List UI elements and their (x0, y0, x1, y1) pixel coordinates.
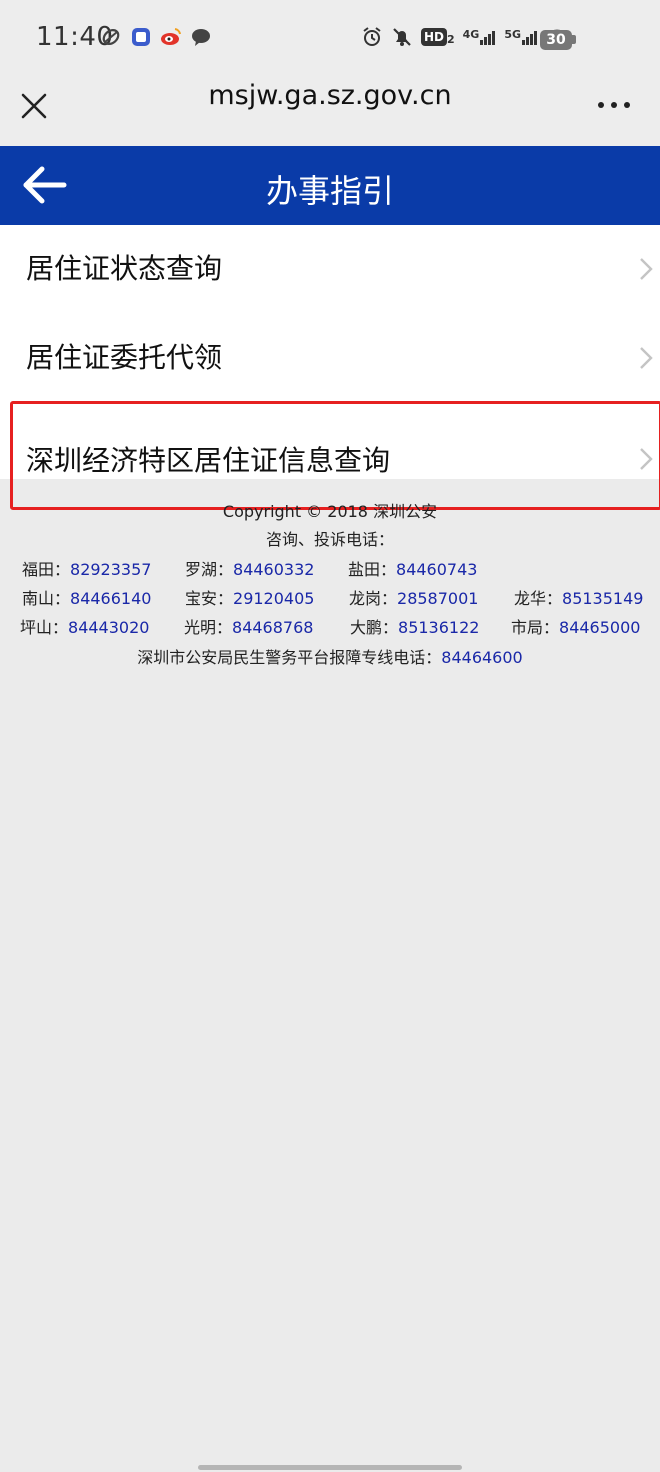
menu-item-label: 居住证委托代领 (26, 341, 223, 374)
page-url: msjw.ga.sz.gov.cn (208, 80, 452, 111)
phone-city-bureau: 市局：84465000 (511, 618, 641, 637)
menu-item-sez-residence-permit-info[interactable]: 深圳经济特区居住证信息查询 (0, 401, 660, 510)
browser-toolbar: msjw.ga.sz.gov.cn (0, 76, 660, 146)
hotline-label: 深圳市公安局民生警务平台报障专线电话： (137, 648, 442, 667)
phone-number-link[interactable]: 85136122 (398, 618, 479, 637)
phone-nanshan: 南山：84466140 (22, 589, 152, 608)
menu-item-label: 居住证状态查询 (26, 252, 223, 285)
phone-pingshan: 坪山：84443020 (20, 618, 150, 637)
system-icons: HD 2 4G 5G (361, 26, 568, 48)
menu-item-residence-permit-proxy-pickup[interactable]: 居住证委托代领 (0, 314, 660, 403)
phone-row: 南山：84466140 宝安：29120405 龙岗：28587001 龙华：8… (0, 585, 660, 609)
phone-luohu: 罗湖：84460332 (185, 560, 315, 579)
tieba-icon (130, 26, 152, 48)
mute-bell-icon (391, 26, 413, 48)
hd-voice-badge: HD 2 (420, 28, 455, 46)
phone-number-link[interactable]: 84443020 (68, 618, 149, 637)
chevron-right-icon (640, 448, 653, 470)
phone-dapeng: 大鹏：85136122 (350, 618, 480, 637)
page-title: 办事指引 (265, 172, 394, 210)
phone-number-link[interactable]: 84460332 (233, 560, 314, 579)
hotline-line: 深圳市公安局民生警务平台报障专线电话：84464600 (0, 644, 660, 668)
phone-number-link[interactable]: 85135149 (562, 589, 643, 608)
signal-bars-icon (522, 31, 537, 45)
phone-longhua: 龙华：85135149 (514, 589, 644, 608)
home-indicator[interactable] (198, 1465, 462, 1470)
phone-number-link[interactable]: 84460743 (396, 560, 477, 579)
consult-label: 咨询、投诉电话： (265, 530, 394, 549)
phone-row: 坪山：84443020 光明：84468768 大鹏：85136122 市局：8… (0, 614, 660, 638)
battery-icon: 30 (540, 30, 572, 50)
app-header: 办事指引 (0, 146, 660, 225)
sync-icon (100, 26, 122, 48)
chat-bubble-icon (190, 26, 212, 48)
hotline-number-link[interactable]: 84464600 (441, 648, 522, 667)
more-options-button[interactable] (596, 90, 632, 120)
phone-number-link[interactable]: 28587001 (397, 589, 478, 608)
weibo-icon (160, 26, 182, 48)
guide-menu-list: 居住证状态查询 居住证委托代领 深圳经济特区居住证信息查询 (0, 225, 660, 510)
menu-item-residence-permit-status[interactable]: 居住证状态查询 (0, 225, 660, 314)
phone-number-link[interactable]: 29120405 (233, 589, 314, 608)
chevron-right-icon (640, 347, 653, 369)
notification-icons (100, 26, 212, 48)
phone-guangming: 光明：84468768 (184, 618, 314, 637)
signal-4g: 4G (463, 29, 497, 45)
menu-item-label: 深圳经济特区居住证信息查询 (26, 444, 391, 477)
battery-tip (572, 35, 576, 44)
more-dots-icon (598, 102, 630, 108)
phone-row: 福田：82923357 罗湖：84460332 盐田：84460743 (0, 556, 660, 580)
phone-longgang: 龙岗：28587001 (349, 589, 479, 608)
chevron-right-icon (640, 258, 653, 280)
phone-yantian: 盐田：84460743 (348, 560, 478, 579)
phone-number-link[interactable]: 84465000 (559, 618, 640, 637)
phone-futian: 福田：82923357 (22, 560, 152, 579)
signal-bars-icon (480, 31, 496, 45)
alarm-icon (361, 26, 383, 48)
copyright-text: Copyright © 2018 深圳公安 (222, 502, 438, 521)
status-bar: 11:40 HD 2 4G 5G 30 (0, 0, 660, 76)
phone-number-link[interactable]: 84468768 (232, 618, 313, 637)
phone-baoan: 宝安：29120405 (185, 589, 315, 608)
phone-number-link[interactable]: 82923357 (70, 560, 151, 579)
phone-number-link[interactable]: 84466140 (70, 589, 151, 608)
signal-5g: 5G (504, 29, 538, 45)
